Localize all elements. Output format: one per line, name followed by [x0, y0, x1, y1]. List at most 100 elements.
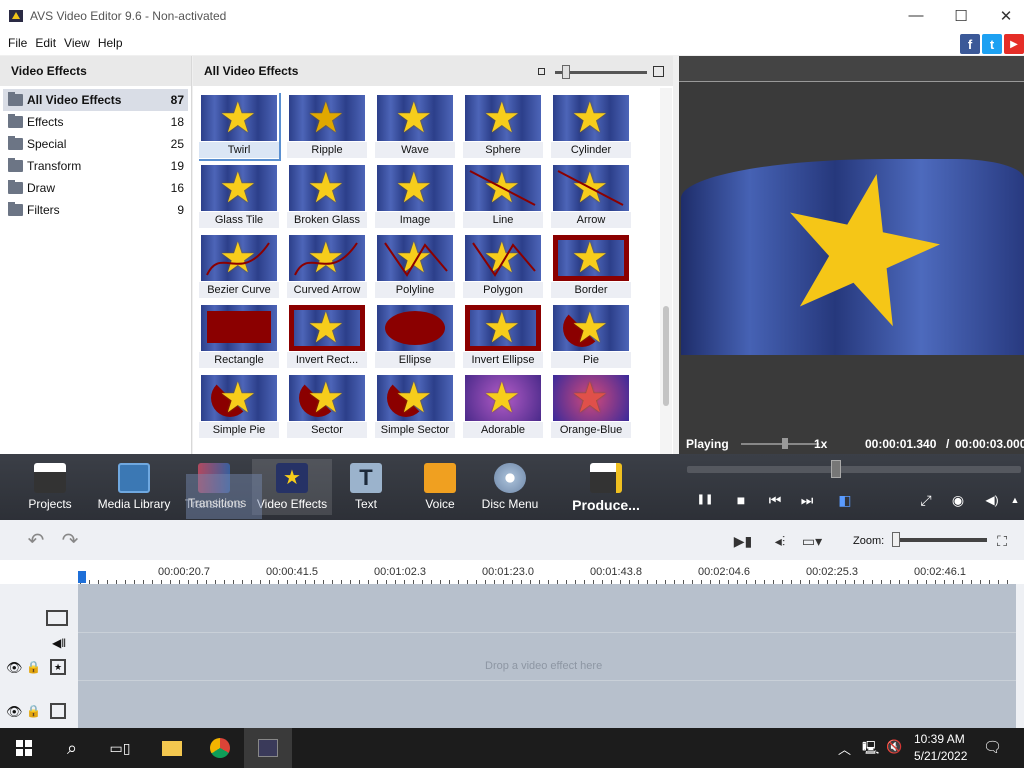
undo-icon[interactable]: ↶ — [24, 531, 48, 551]
effect-glass-tile[interactable]: ★ Glass Tile — [199, 163, 279, 229]
category-effects[interactable]: Effects 18 — [3, 111, 188, 133]
avs-taskbar-icon[interactable] — [244, 728, 292, 768]
tray-chevron-icon[interactable]: ︿ — [838, 739, 851, 758]
loop-icon[interactable]: ◧ — [835, 490, 855, 510]
gallery-scrollbar-thumb[interactable] — [663, 306, 669, 406]
effect-curved-arrow[interactable]: ★ Curved Arrow — [287, 233, 367, 299]
clock-time[interactable]: 10:39 AM — [914, 732, 965, 746]
pause-button[interactable]: ❚❚ — [695, 490, 715, 510]
snapshot-button[interactable]: ◉ — [948, 490, 968, 510]
effect-arrow[interactable]: ★ Arrow — [551, 163, 631, 229]
overlay-track-lock-icon[interactable]: 🔒 — [26, 704, 41, 718]
close-button[interactable]: ✕ — [983, 0, 1024, 31]
effect-label: Border — [551, 282, 631, 298]
search-icon[interactable]: ⌕ — [48, 728, 96, 768]
seek-bar[interactable] — [687, 466, 1021, 473]
effect-bezier-curve[interactable]: ★ Bezier Curve — [199, 233, 279, 299]
effect-sector[interactable]: ★ Sector — [287, 373, 367, 439]
thumbnail-size-small-icon[interactable] — [538, 68, 545, 75]
task-view-icon[interactable]: ▭▯ — [96, 728, 144, 768]
effect-border[interactable]: ★ Border — [551, 233, 631, 299]
clock-date[interactable]: 5/21/2022 — [914, 749, 967, 763]
seek-bar-thumb[interactable] — [831, 460, 841, 478]
maximize-button[interactable]: ☐ — [938, 0, 984, 31]
effect-rectangle[interactable]: Rectangle — [199, 303, 279, 369]
effect-cylinder[interactable]: ★ Cylinder — [551, 93, 631, 159]
disc-menu-button[interactable]: Disc Menu — [470, 459, 550, 515]
category-transform[interactable]: Transform 19 — [3, 155, 188, 177]
drawn-overlay — [294, 242, 358, 276]
effects-track-visibility-icon[interactable]: 👁 — [6, 660, 23, 676]
file-explorer-icon[interactable] — [148, 728, 196, 768]
category-draw[interactable]: Draw 16 — [3, 177, 188, 199]
minimize-button[interactable]: — — [893, 0, 939, 31]
menu-file[interactable]: File — [4, 36, 31, 50]
chrome-icon[interactable] — [196, 728, 244, 768]
effect-invert-ellipse[interactable]: ★ Invert Ellipse — [463, 303, 543, 369]
effect-ellipse[interactable]: Ellipse — [375, 303, 455, 369]
category-all-video-effects[interactable]: All Video Effects 87 — [3, 89, 188, 111]
effects-track-lock-icon[interactable]: 🔒 — [26, 660, 41, 674]
effect-polyline[interactable]: ★ Polyline — [375, 233, 455, 299]
playhead[interactable] — [78, 571, 86, 583]
voice-button[interactable]: Voice — [400, 459, 480, 515]
audio-settings-icon[interactable]: ◂⫶ — [768, 531, 792, 551]
produce-button[interactable]: Produce... — [566, 459, 646, 515]
more-options-icon[interactable]: ▲ — [1005, 490, 1024, 510]
effect-pie[interactable]: ★ Pie — [551, 303, 631, 369]
gallery-scrollbar[interactable] — [660, 88, 672, 454]
effect-broken-glass[interactable]: ★ Broken Glass — [287, 163, 367, 229]
volume-button[interactable]: ◀) — [982, 490, 1002, 510]
ruler-mark: 00:01:02.3 — [374, 566, 426, 578]
stop-button[interactable]: ■ — [731, 490, 751, 510]
speed-slider[interactable] — [741, 443, 819, 445]
menu-view[interactable]: View — [60, 36, 94, 50]
effect-simple-pie[interactable]: ★ Simple Pie — [199, 373, 279, 439]
overlay-track-visibility-icon[interactable]: 👁 — [6, 704, 23, 720]
next-frame-button[interactable]: ⏭ — [797, 490, 817, 510]
timeline-scrollbar[interactable] — [1016, 584, 1024, 728]
facebook-icon[interactable]: f — [960, 34, 980, 54]
network-icon[interactable]: 🖳 — [862, 739, 879, 761]
timeline-zoom-thumb[interactable] — [892, 532, 900, 547]
effect-polygon[interactable]: ★ Polygon — [463, 233, 543, 299]
youtube-icon[interactable]: ▶ — [1004, 34, 1024, 54]
video-effects-button[interactable]: ★ Video Effects — [252, 459, 332, 515]
notifications-icon[interactable]: 🗨 — [983, 738, 1002, 756]
fullscreen-icon[interactable]: ⤢ — [916, 490, 936, 510]
thumbnail-size-large-icon[interactable] — [653, 66, 664, 77]
effect-line[interactable]: ★ Line — [463, 163, 543, 229]
redo-icon[interactable]: ↷ — [58, 531, 82, 551]
tracks-area[interactable] — [78, 584, 1016, 728]
effect-sphere[interactable]: ★ Sphere — [463, 93, 543, 159]
text-button[interactable]: T Text — [326, 459, 406, 515]
folder-glyph — [162, 740, 182, 756]
menu-help[interactable]: Help — [94, 36, 127, 50]
effect-wave[interactable]: ★ Wave — [375, 93, 455, 159]
previous-frame-button[interactable]: ⏮ — [765, 490, 785, 510]
effect-simple-sector[interactable]: ★ Simple Sector — [375, 373, 455, 439]
category-filters[interactable]: Filters 9 — [3, 199, 188, 221]
video-track-audio-icon[interactable]: ◀‖ — [52, 636, 66, 650]
preview-video-frame[interactable]: ★ — [681, 121, 1024, 376]
effect-image[interactable]: ★ Image — [375, 163, 455, 229]
thumbnail-size-slider-thumb[interactable] — [562, 65, 570, 79]
timeline-ruler[interactable]: 00:00:20.7 00:00:41.5 00:01:02.3 00:01:2… — [0, 560, 1024, 584]
effect-invert-rect[interactable]: ★ Invert Rect... — [287, 303, 367, 369]
speed-slider-thumb[interactable] — [782, 438, 788, 449]
projects-button[interactable]: Projects — [10, 459, 90, 515]
category-special[interactable]: Special 25 — [3, 133, 188, 155]
aspect-ratio-icon[interactable]: ▭▾ — [800, 531, 824, 551]
start-button[interactable] — [0, 728, 48, 768]
effect-ripple[interactable]: ★ Ripple — [287, 93, 367, 159]
volume-muted-icon[interactable]: 🔇 — [886, 739, 902, 755]
split-icon[interactable]: ▶▮ — [731, 531, 755, 551]
twitter-icon[interactable]: t — [982, 34, 1002, 54]
effect-twirl[interactable]: ★ Twirl — [199, 93, 281, 161]
menu-edit[interactable]: Edit — [31, 36, 60, 50]
timeline-zoom-slider[interactable] — [893, 538, 987, 542]
media-library-button[interactable]: Media Library — [94, 459, 174, 515]
effect-adorable[interactable]: ★ Adorable — [463, 373, 543, 439]
effect-orange-blue[interactable]: ★ Orange-Blue — [551, 373, 631, 439]
fit-timeline-icon[interactable]: ⛶ — [990, 531, 1014, 551]
